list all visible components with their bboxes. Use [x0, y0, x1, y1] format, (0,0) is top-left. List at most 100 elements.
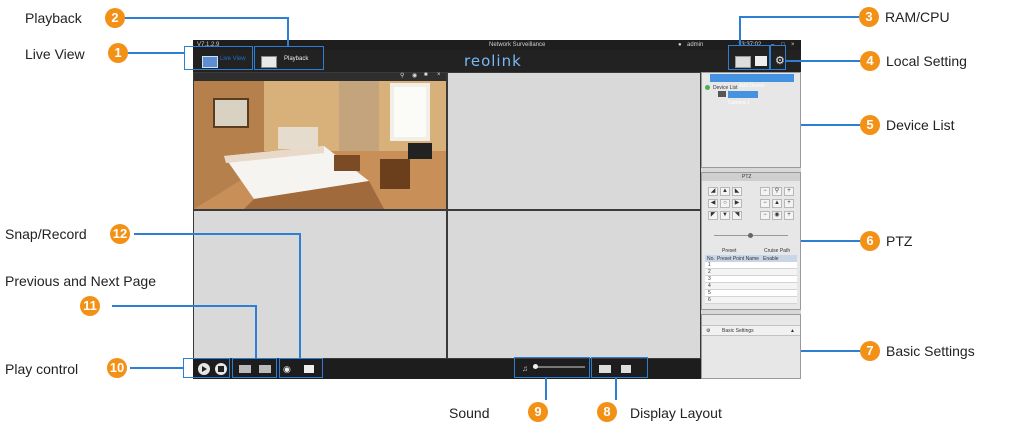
play-control-highlight	[183, 358, 230, 378]
sound-highlight	[514, 357, 590, 378]
callout-device-list-label: Device List	[886, 117, 955, 133]
basic-settings-panel: ⚙ Basic Settings ▲	[701, 314, 801, 379]
focus-icon: ▲	[772, 199, 782, 208]
preset-row[interactable]: 6	[705, 297, 797, 304]
snap-record-highlight	[279, 358, 323, 378]
video-cell-2[interactable]	[447, 72, 701, 210]
connector-line	[739, 16, 741, 46]
zoom-icon[interactable]: ⚲	[400, 72, 404, 79]
display-layout-highlight	[591, 357, 648, 378]
video-cell-toolbar: ⚲ ◉ ■ ×	[194, 72, 446, 81]
settings-icon: ⚙	[706, 328, 711, 334]
basic-settings-header[interactable]: ⚙ Basic Settings ▲	[702, 325, 800, 336]
ptz-panel: PTZ ◢ ▲ ◣ ◀ ○ ▶ ◤ ▼ ◥ − ⚲ + − ▲ + − ◉ + …	[701, 172, 801, 310]
add-device-label: Add Device	[739, 83, 765, 89]
close-icon[interactable]: ×	[791, 40, 795, 50]
record-icon[interactable]: ■	[424, 72, 428, 78]
ptz-header[interactable]: PTZ	[702, 173, 800, 181]
callout-ptz-label: PTZ	[886, 233, 913, 249]
ptz-up[interactable]: ▲	[720, 187, 730, 196]
ptz-up-left[interactable]: ◢	[708, 187, 718, 196]
preset-row-number: 6	[708, 297, 711, 303]
ptz-down-right[interactable]: ◥	[732, 211, 742, 220]
focus-in-button[interactable]: +	[784, 199, 794, 208]
ptz-left[interactable]: ◀	[708, 199, 718, 208]
preset-row[interactable]: 5	[705, 290, 797, 297]
preset-row[interactable]: 2	[705, 269, 797, 276]
connector-line	[134, 233, 300, 235]
connector-line	[801, 350, 860, 352]
ptz-down-left[interactable]: ◤	[708, 211, 718, 220]
ptz-up-right[interactable]: ◣	[732, 187, 742, 196]
connector-line	[739, 16, 859, 18]
ptz-header-label: PTZ	[742, 174, 752, 180]
callout-live-view-badge: 1	[108, 43, 128, 63]
window-title: Network Surveillance	[489, 42, 546, 48]
callout-basic-settings-badge: 7	[860, 341, 880, 361]
user-icon[interactable]: ●	[678, 40, 682, 50]
callout-basic-settings-label: Basic Settings	[886, 343, 975, 359]
camera-item[interactable]: Camera 1	[728, 91, 758, 106]
preset-table-body: 123456	[705, 262, 797, 304]
callout-ptz-badge: 6	[860, 231, 880, 251]
callout-display-layout-badge: 8	[597, 402, 617, 422]
zoom-out-button[interactable]: −	[760, 187, 770, 196]
iris-close-button[interactable]: −	[760, 211, 770, 220]
callout-play-control-badge: 10	[107, 358, 127, 378]
connector-line	[615, 378, 617, 400]
tab-cruise-path[interactable]: Cruise Path	[764, 248, 790, 254]
tab-preset[interactable]: Preset	[722, 248, 736, 254]
connector-line	[801, 124, 860, 126]
callout-snap-record-badge: 12	[110, 224, 130, 244]
basic-settings-label: Basic Settings	[722, 328, 754, 334]
callout-prev-next-badge: 11	[80, 296, 100, 316]
video-cell-1[interactable]: ⚲ ◉ ■ ×	[193, 72, 447, 210]
iris-icon: ◉	[772, 211, 782, 220]
add-device-button[interactable]: Add Device	[710, 74, 794, 89]
connector-line	[128, 52, 185, 54]
brand-logo: reolink	[464, 52, 522, 70]
callout-local-setting-badge: 4	[860, 51, 880, 71]
callout-display-layout-label: Display Layout	[630, 405, 722, 421]
callout-device-list-badge: 5	[860, 115, 880, 135]
preset-row[interactable]: 1	[705, 262, 797, 269]
device-status-icon	[705, 85, 710, 90]
ram-cpu-highlight	[728, 45, 770, 70]
preset-row[interactable]: 4	[705, 283, 797, 290]
iris-open-button[interactable]: +	[784, 211, 794, 220]
connector-line	[299, 233, 301, 359]
ptz-right[interactable]: ▶	[732, 199, 742, 208]
callout-snap-record-label: Snap/Record	[5, 226, 87, 242]
callout-sound-badge: 9	[528, 402, 548, 422]
callout-local-setting-label: Local Setting	[886, 53, 967, 69]
connector-line	[801, 240, 860, 242]
connector-line	[130, 367, 184, 369]
ptz-speed-slider[interactable]	[714, 233, 788, 238]
camera-icon	[718, 91, 726, 97]
live-camera-image	[194, 81, 446, 209]
focus-out-button[interactable]: −	[760, 199, 770, 208]
preset-row-number: 4	[708, 283, 711, 289]
ptz-speed-thumb[interactable]	[748, 233, 753, 238]
callout-ram-cpu-label: RAM/CPU	[885, 9, 950, 25]
preset-row-number: 1	[708, 262, 711, 268]
playback-highlight	[254, 46, 324, 70]
user-label[interactable]: admin	[687, 40, 703, 50]
local-setting-highlight	[770, 45, 786, 70]
callout-playback-badge: 2	[105, 8, 125, 28]
connector-line	[112, 305, 256, 307]
ptz-down[interactable]: ▼	[720, 211, 730, 220]
camera-item-label: Camera 1	[728, 100, 750, 106]
close-icon[interactable]: ×	[437, 72, 441, 78]
chevron-up-icon[interactable]: ▲	[790, 328, 795, 334]
page-nav-highlight	[232, 358, 277, 378]
preset-row[interactable]: 3	[705, 276, 797, 283]
callout-playback-label: Playback	[25, 10, 82, 26]
ptz-center[interactable]: ○	[720, 199, 730, 208]
connector-line	[287, 17, 289, 47]
snapshot-icon[interactable]: ◉	[412, 72, 417, 79]
callout-sound-label: Sound	[449, 405, 490, 421]
video-cell-4[interactable]	[447, 210, 701, 359]
preset-row-number: 5	[708, 290, 711, 296]
zoom-in-button[interactable]: +	[784, 187, 794, 196]
